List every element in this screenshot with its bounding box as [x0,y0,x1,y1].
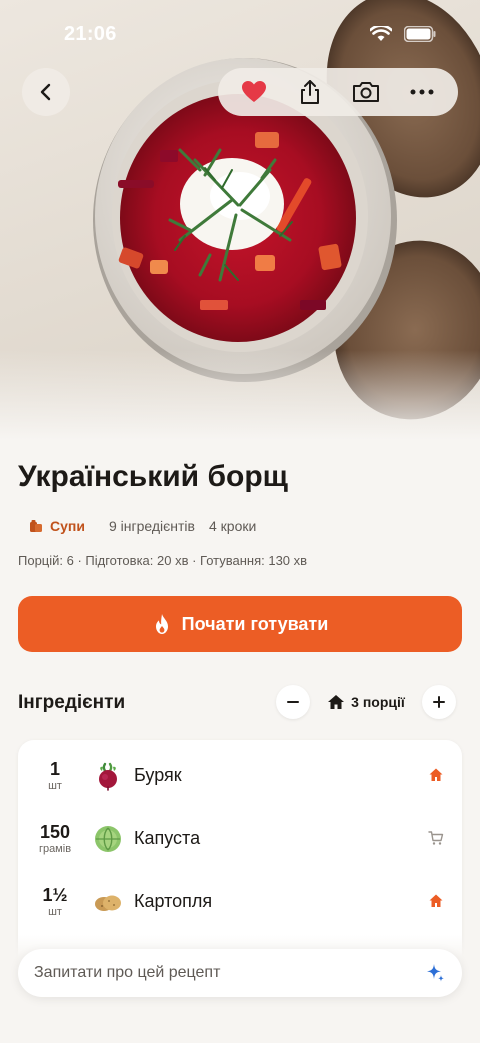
ingredient-name: Капуста [134,828,201,848]
category-icon [30,520,42,532]
ingredient-unit: грамів [38,842,72,855]
wifi-icon [370,26,392,41]
share-icon [301,80,319,104]
category-chip[interactable]: Супи [18,514,95,538]
recipe-details: Порцій: 6 · Підготовка: 20 хв · Готуванн… [18,553,308,568]
recipe-title: Український борщ [18,460,288,493]
ingredient-unit: шт [48,905,62,918]
category-label: Супи [50,518,85,534]
cabbage-icon [92,823,124,855]
home-icon [328,695,345,709]
camera-icon [353,82,379,102]
status-icons [370,26,436,42]
more-icon [410,89,434,95]
ingredient-row[interactable]: 1½ шт Картопля [18,870,462,933]
favorite-button[interactable] [238,76,270,108]
hero-fade [0,350,480,440]
more-button[interactable] [406,76,438,108]
ingredient-name: Буряк [134,765,182,785]
heart-icon [242,81,266,102]
recipe-meta: Супи 9 інгредієнтів 4 кроки [18,514,256,538]
plus-icon [432,696,445,708]
ingredient-amount: 150 [39,821,71,842]
ingredient-quantity: 1½ шт [26,885,84,919]
portions-label: 3 порції [351,694,405,710]
start-cooking-label: Почати готувати [181,613,329,634]
status-time: 21:06 [64,23,117,45]
ingredient-amount: 1½ [42,884,68,905]
ingredient-row[interactable]: 150 грамів Капуста [18,807,462,870]
sparkle-icon[interactable] [424,962,446,984]
beet-icon [92,760,124,792]
minus-icon [287,701,299,703]
decrease-portions-button[interactable] [276,685,310,719]
home-stock-icon [429,894,443,907]
ingredients-title: Інгредієнти [18,692,126,713]
battery-icon [404,26,436,42]
share-button[interactable] [294,76,326,108]
ask-recipe-input[interactable] [34,964,424,982]
recipe-hero-image [0,0,480,440]
back-button[interactable] [22,68,70,116]
ingredient-name: Картопля [134,891,213,911]
ingredient-row[interactable]: 1 шт Буряк [18,744,462,807]
recipe-actions [218,68,458,116]
home-stock-icon [429,768,443,781]
ingredients-count: 9 інгредієнтів [108,518,195,534]
ask-recipe-bar [18,949,462,997]
portions-value: 3 порції [327,694,405,710]
camera-button[interactable] [350,76,382,108]
ingredient-quantity: 1 шт [26,759,84,793]
steps-count: 4 кроки [208,518,257,534]
ingredient-unit: шт [48,779,62,792]
portions-stepper: 3 порції [276,685,456,719]
flame-icon [155,614,168,634]
ingredient-amount: 1 [49,758,60,779]
increase-portions-button[interactable] [421,685,456,719]
start-cooking-button[interactable]: Почати готувати [18,596,462,652]
ingredient-quantity: 150 грамів [26,822,84,856]
cart-icon [428,831,444,845]
chevron-left-icon [40,83,51,101]
potato-icon [92,886,124,918]
